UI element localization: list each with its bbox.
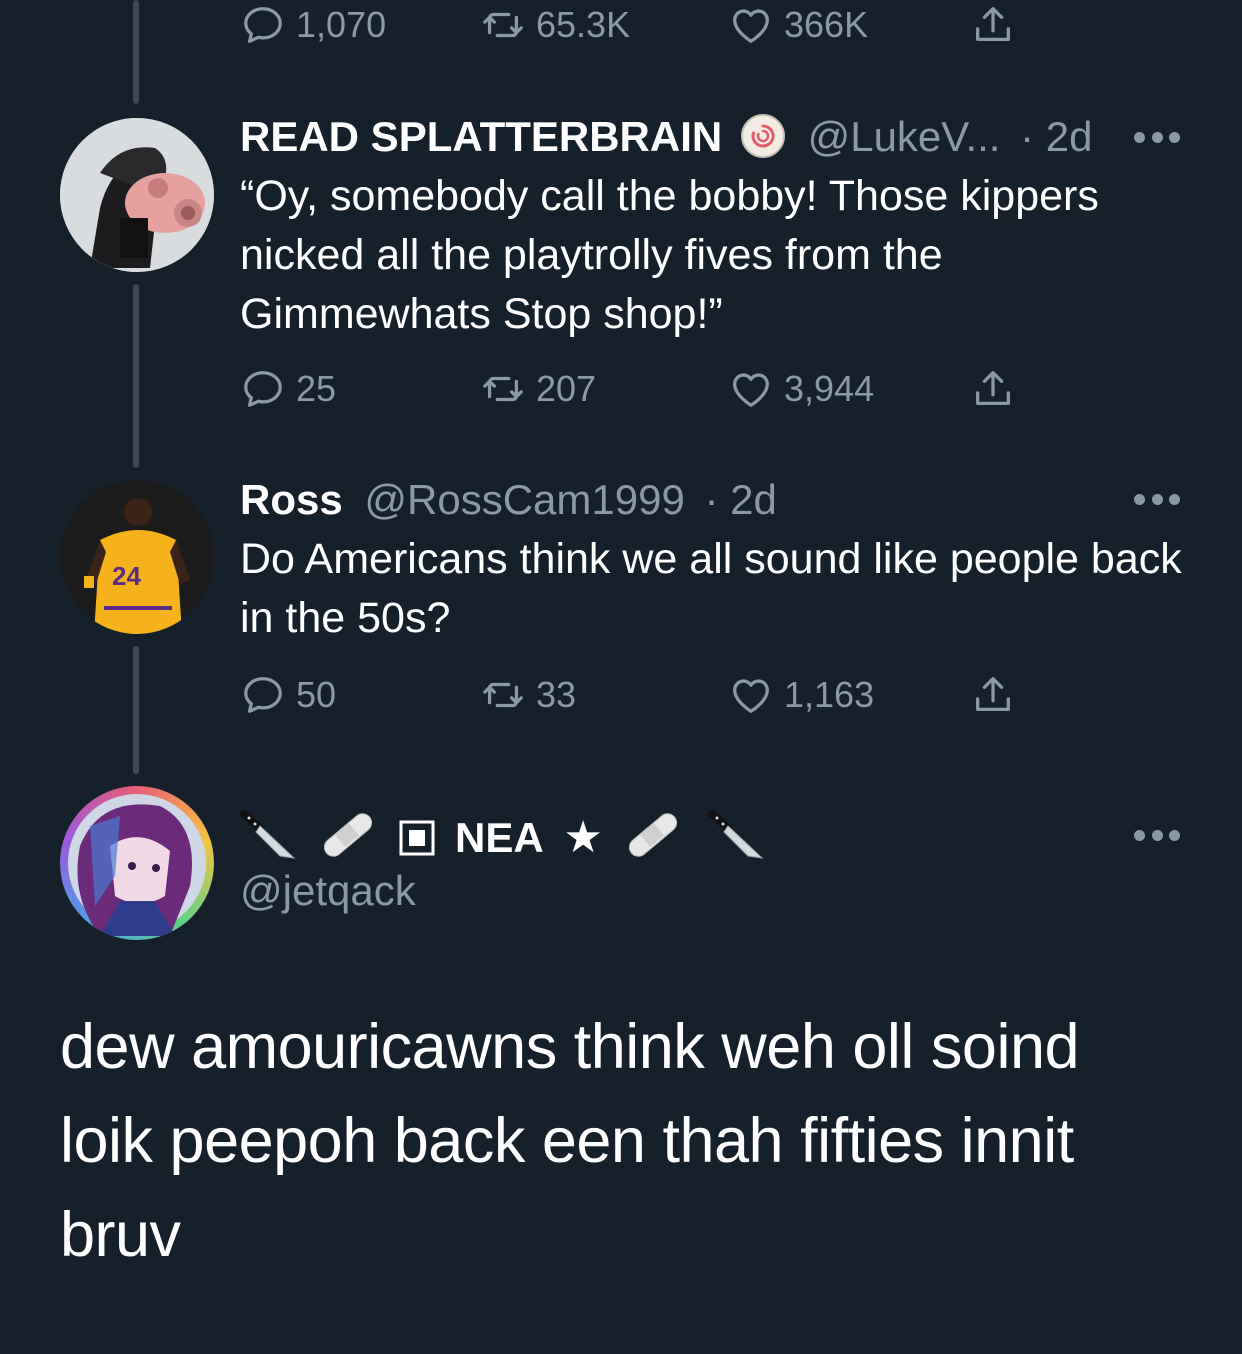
like-button[interactable]: 366K [728,0,868,50]
basketball-player-avatar-image: 24 [60,480,214,634]
stop-square-icon [399,820,435,856]
gasmask-avatar-image [60,118,214,272]
more-icon[interactable] [1134,830,1180,842]
knife-icon [240,810,296,859]
share-button[interactable] [970,0,1026,50]
retweet-icon [483,376,523,402]
star-icon: ★ [563,813,603,862]
reply-count: 50 [296,674,337,715]
display-name[interactable]: Ross [240,476,343,523]
badge-icon [740,114,785,158]
reply-count: 1,070 [296,4,387,45]
timestamp[interactable]: · 2d [704,476,776,523]
handle[interactable]: @jetqack [240,867,416,914]
tweet-header: Ross @RossCam1999 · 2d [240,475,777,525]
retweet-count: 65.3K [536,4,631,45]
avatar-ross[interactable]: 24 [60,480,214,634]
thread-line [133,0,139,104]
display-name[interactable]: NEA [455,814,544,861]
like-button[interactable]: 3,944 [728,364,874,414]
handle[interactable]: @RossCam1999 [364,476,684,523]
anime-avatar-image [68,794,206,936]
more-icon[interactable] [1134,132,1180,144]
reply-icon [244,371,282,407]
retweet-button[interactable]: 207 [480,364,596,414]
tweet-text: Do Americans think we all sound like peo… [240,535,1182,642]
retweet-button[interactable]: 65.3K [480,0,630,50]
thread-line [133,646,139,774]
share-icon [976,7,1010,42]
retweet-count: 207 [536,368,597,409]
reply-icon [244,7,282,43]
share-button[interactable] [970,670,1026,720]
like-button[interactable]: 1,163 [728,670,874,720]
retweet-icon [483,682,523,708]
tweet-actions: 25 207 3,944 [240,364,1040,414]
share-button[interactable] [970,364,1026,414]
like-count: 1,163 [784,674,875,715]
timestamp[interactable]: · 2d [1020,113,1092,160]
svg-text:24: 24 [112,561,141,591]
reply-count: 25 [296,368,337,409]
retweet-icon [483,12,523,38]
reply-icon [244,677,282,713]
like-icon [733,373,769,407]
like-count: 366K [784,4,869,45]
share-icon [976,677,1010,712]
quote-handle-row: @jetqack [240,866,416,916]
reply-button[interactable]: 25 [240,364,336,414]
main-tweet-text: dew amouricawns think weh oll soind loik… [60,1012,1080,1270]
like-icon [733,9,769,43]
bandage-icon [323,813,372,857]
knife-icon [708,810,764,859]
retweet-count: 33 [536,674,577,715]
tweet-header: READ SPLATTERBRAIN @LukeV... · 2d [240,112,1093,162]
more-icon[interactable] [1134,494,1180,506]
like-count: 3,944 [784,368,875,409]
share-icon [976,371,1010,406]
top-tweet-actions: 1,070 65.3K 366K [240,0,1040,50]
reply-button[interactable]: 50 [240,670,336,720]
like-icon [733,679,769,713]
reply-button[interactable]: 1,070 [240,0,386,50]
bandage-icon [628,813,677,857]
retweet-button[interactable]: 33 [480,670,576,720]
thread-line [133,284,139,468]
tweet-actions: 50 33 1,163 [240,670,1040,720]
tweet-text: “Oy, somebody call the bobby! Those kipp… [240,172,1099,338]
avatar-splatterbrain[interactable] [60,118,214,272]
avatar-nea[interactable] [60,786,214,940]
handle[interactable]: @LukeV... [808,113,1001,160]
display-name[interactable]: READ SPLATTERBRAIN [240,113,722,160]
quote-header: NEA ★ [240,808,766,864]
